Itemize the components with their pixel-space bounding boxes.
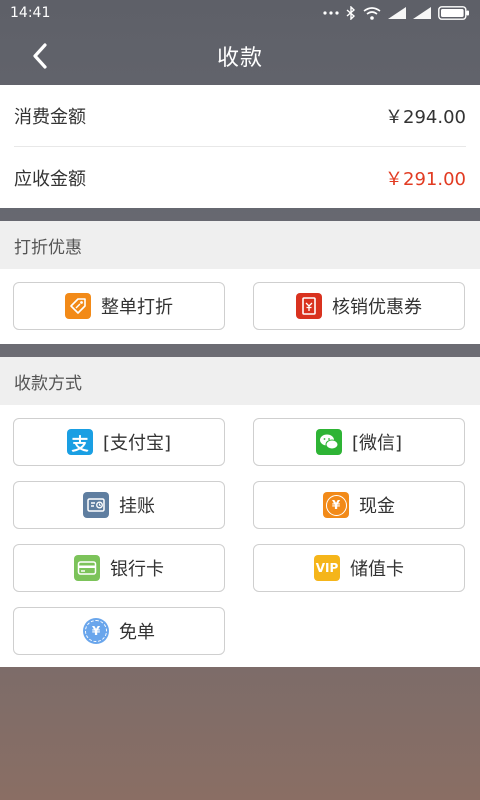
status-time: 14:41 [10,5,51,21]
price-tag-icon [65,293,91,319]
whole-discount-label: 整单打折 [101,297,173,318]
wifi-icon [363,6,381,20]
more-dots-icon [323,10,339,16]
receivable-amount-value: ￥291.00 [385,168,466,190]
free-order-button[interactable]: ¥ 免单 [13,607,225,655]
alipay-label: [支付宝] [102,433,172,454]
free-order-glyph: ¥ [85,620,107,642]
signal-icon-1 [388,7,406,19]
credit-button[interactable]: 挂账 [13,481,225,529]
cash-button[interactable]: ¥ 现金 [253,481,465,529]
wechat-icon [315,429,342,455]
coupon-icon [296,293,322,319]
credit-label: 挂账 [119,496,155,517]
header: 收款 [0,26,480,84]
wechat-button[interactable]: [微信] [253,418,465,466]
signal-icon-2 [413,7,431,19]
consume-amount-label: 消费金额 [14,106,86,128]
status-icons [323,6,470,20]
stored-value-card-button[interactable]: VIP 储值卡 [253,544,465,592]
coupon-label: 核销优惠券 [332,297,422,318]
vip-icon: VIP [314,555,340,581]
whole-discount-button[interactable]: 整单打折 [13,282,225,330]
alipay-button[interactable]: 支 [支付宝] [13,418,225,466]
consume-amount-row: 消费金额 ￥294.00 [14,85,466,147]
payment-section: 支 [支付宝] [微信] 挂账 ¥ 现金 银行卡 VIP 储值卡 ¥ 免单 [0,405,480,667]
bluetooth-icon [346,6,356,20]
coupon-button[interactable]: 核销优惠券 [253,282,465,330]
amount-card: 消费金额 ￥294.00 应收金额 ￥291.00 [0,85,480,208]
free-order-label: 免单 [119,622,155,643]
bank-card-icon [74,555,100,581]
discount-section: 整单打折 核销优惠券 [0,269,480,344]
stored-value-card-label: 储值卡 [350,559,404,580]
wechat-label: [微信] [351,433,403,454]
payment-section-heading: 收款方式 [0,357,480,405]
free-order-icon: ¥ [83,618,109,644]
cash-icon: ¥ [323,492,349,518]
page-title: 收款 [216,46,263,71]
bank-card-label: 银行卡 [110,559,164,580]
status-bar: 14:41 [0,0,480,26]
discount-section-heading: 打折优惠 [0,221,480,269]
alipay-icon: 支 [66,429,93,455]
bank-card-button[interactable]: 银行卡 [13,544,225,592]
cash-label: 现金 [359,496,395,517]
cash-glyph: ¥ [325,494,347,516]
consume-amount-value: ￥294.00 [385,106,466,128]
credit-account-icon [83,492,109,518]
receivable-amount-row: 应收金额 ￥291.00 [14,147,466,208]
battery-icon [438,6,470,20]
receivable-amount-label: 应收金额 [14,168,86,190]
